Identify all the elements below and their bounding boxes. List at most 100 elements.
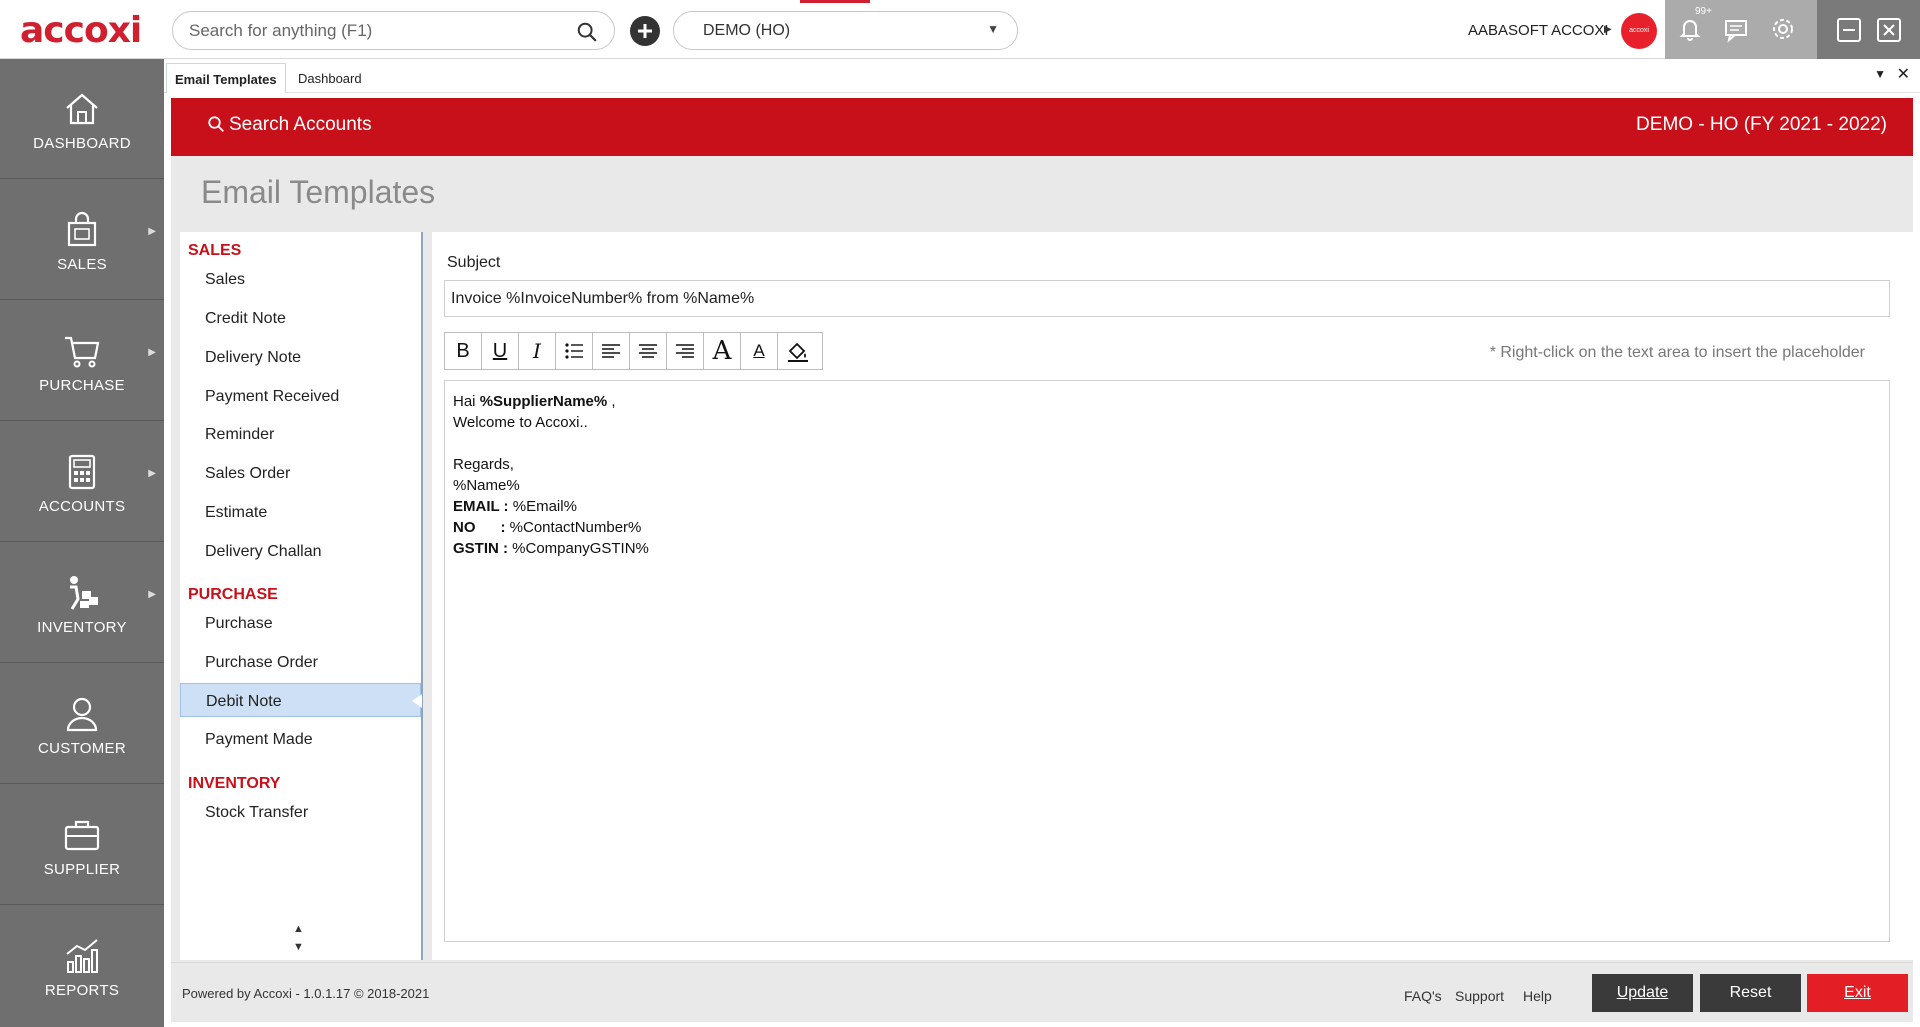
- exit-button[interactable]: Exit: [1807, 974, 1908, 1012]
- template-item-estimate[interactable]: Estimate: [180, 495, 421, 529]
- template-item-delivery-note[interactable]: Delivery Note: [180, 340, 421, 374]
- template-item-debit-note[interactable]: Debit Note: [180, 683, 422, 717]
- app-logo: accoxi: [20, 10, 142, 51]
- search-icon: [208, 116, 224, 132]
- body-greeting-end: ,: [607, 393, 616, 410]
- highlight-button[interactable]: [778, 333, 822, 369]
- align-right-icon: [676, 344, 694, 358]
- sidebar-item-label: SUPPLIER: [43, 861, 121, 878]
- caret-right-icon: ▶: [148, 347, 156, 358]
- bold-button[interactable]: B: [445, 333, 482, 369]
- page-title: Email Templates: [201, 174, 436, 210]
- sidebar: DASHBOARD SALES ▶ PURCHASE ▶ ACCOUNTS ▶ …: [0, 59, 164, 1027]
- body-no-value: %ContactNumber%: [505, 519, 642, 536]
- align-center-button[interactable]: [630, 333, 667, 369]
- message-icon[interactable]: [1721, 14, 1751, 44]
- tab-email-templates[interactable]: Email Templates: [166, 63, 286, 93]
- template-item-delivery-challan[interactable]: Delivery Challan: [180, 534, 421, 568]
- template-item-payment-made[interactable]: Payment Made: [180, 722, 421, 756]
- scroll-down-icon[interactable]: ▼: [293, 938, 304, 956]
- reset-button[interactable]: Reset: [1700, 974, 1801, 1012]
- caret-right-icon: ▶: [148, 226, 156, 237]
- cart-icon: [65, 336, 100, 368]
- template-item-payment-received[interactable]: Payment Received: [180, 379, 421, 413]
- align-right-button[interactable]: [667, 333, 704, 369]
- paint-bucket-icon: [788, 342, 808, 362]
- update-button[interactable]: Update: [1592, 974, 1693, 1012]
- avatar[interactable]: accoxi: [1621, 13, 1657, 49]
- template-item-stock-transfer[interactable]: Stock Transfer: [180, 795, 421, 829]
- search-accounts-button[interactable]: Search Accounts: [207, 114, 372, 136]
- bell-icon[interactable]: [1675, 14, 1705, 44]
- notification-badge: 99+: [1695, 6, 1712, 17]
- sidebar-item-customer[interactable]: CUSTOMER: [0, 664, 164, 784]
- company-select-value: DEMO (HO): [703, 22, 791, 39]
- person-icon: [66, 697, 98, 732]
- search-icon[interactable]: [576, 21, 598, 43]
- chevron-down-icon: ▼: [987, 22, 999, 36]
- company-fy-label: DEMO - HO (FY 2021 - 2022): [1636, 114, 1887, 135]
- template-item-purchase[interactable]: Purchase: [180, 606, 421, 640]
- body-line: Regards,: [453, 456, 514, 473]
- plus-icon: [638, 24, 652, 38]
- header-strip: Search Accounts DEMO - HO (FY 2021 - 202…: [171, 98, 1913, 156]
- support-link[interactable]: Support: [1455, 988, 1504, 1004]
- font-color-button[interactable]: A: [741, 333, 778, 369]
- toolbar-icons: 99+: [1665, 0, 1817, 59]
- bullet-list-button[interactable]: [556, 333, 593, 369]
- sidebar-item-label: DASHBOARD: [33, 135, 131, 152]
- format-toolbar: B U I A A: [444, 332, 823, 370]
- sidebar-item-dashboard[interactable]: DASHBOARD: [0, 59, 164, 179]
- align-left-button[interactable]: [593, 333, 630, 369]
- faq-link[interactable]: FAQ's: [1404, 988, 1442, 1004]
- calculator-icon: [68, 454, 96, 490]
- user-name[interactable]: AABASOFT ACCOXI: [1468, 22, 1609, 39]
- tab-menu-icon[interactable]: ▼: [1874, 67, 1886, 81]
- briefcase-icon: [64, 820, 100, 851]
- template-item-credit-note[interactable]: Credit Note: [180, 301, 421, 335]
- template-editor: Subject Invoice %InvoiceNumber% from %Na…: [432, 232, 1913, 960]
- company-select[interactable]: DEMO (HO) ▼: [673, 11, 1018, 50]
- template-item-reminder[interactable]: Reminder: [180, 417, 421, 451]
- global-search-input[interactable]: [189, 18, 569, 44]
- close-icon[interactable]: ✕: [1897, 64, 1910, 84]
- shopping-bag-icon: [67, 211, 97, 247]
- template-list: SALES Sales Credit Note Delivery Note Pa…: [180, 232, 423, 960]
- sidebar-item-label: SALES: [57, 256, 107, 273]
- sidebar-item-supplier[interactable]: SUPPLIER: [0, 785, 164, 905]
- scroll-up-icon[interactable]: ▲: [293, 920, 304, 938]
- page-content: Email Templates SALES Sales Credit Note …: [171, 156, 1913, 992]
- close-window-icon[interactable]: [1877, 18, 1901, 42]
- italic-button[interactable]: I: [519, 333, 556, 369]
- sidebar-item-label: INVENTORY: [37, 619, 127, 636]
- tab-dashboard[interactable]: Dashboard: [290, 63, 370, 93]
- home-icon: [66, 93, 98, 125]
- sidebar-item-reports[interactable]: REPORTS: [0, 906, 164, 1026]
- sidebar-item-accounts[interactable]: ACCOUNTS ▶: [0, 422, 164, 542]
- caret-right-icon[interactable]: ▶: [1604, 24, 1612, 35]
- minimize-icon[interactable]: [1837, 18, 1861, 42]
- email-body-editor[interactable]: Hai %SupplierName% , Welcome to Accoxi..…: [444, 380, 1890, 942]
- add-new-button[interactable]: [630, 16, 660, 46]
- gear-icon[interactable]: [1768, 14, 1798, 44]
- caret-right-icon: ▶: [148, 589, 156, 600]
- body-no-label: NO :: [453, 519, 506, 536]
- font-size-button[interactable]: A: [704, 333, 741, 369]
- sidebar-item-inventory[interactable]: INVENTORY ▶: [0, 543, 164, 663]
- help-link[interactable]: Help: [1523, 988, 1552, 1004]
- subject-input[interactable]: Invoice %InvoiceNumber% from %Name%: [444, 280, 1890, 317]
- template-item-sales[interactable]: Sales: [180, 262, 421, 296]
- global-search[interactable]: [172, 11, 615, 50]
- body-line: Welcome to Accoxi..: [453, 414, 588, 431]
- sidebar-item-label: PURCHASE: [39, 377, 125, 394]
- template-item-purchase-order[interactable]: Purchase Order: [180, 645, 421, 679]
- underline-button[interactable]: U: [482, 333, 519, 369]
- template-item-sales-order[interactable]: Sales Order: [180, 456, 421, 490]
- sidebar-item-label: ACCOUNTS: [38, 498, 126, 515]
- tab-bar: Email Templates Dashboard ▼ ✕: [164, 59, 1920, 93]
- group-heading-sales: SALES: [188, 242, 242, 259]
- sidebar-item-sales[interactable]: SALES ▶: [0, 180, 164, 300]
- sidebar-item-purchase[interactable]: PURCHASE ▶: [0, 301, 164, 421]
- body-line: %Name%: [453, 477, 520, 494]
- group-heading-purchase: PURCHASE: [188, 586, 278, 603]
